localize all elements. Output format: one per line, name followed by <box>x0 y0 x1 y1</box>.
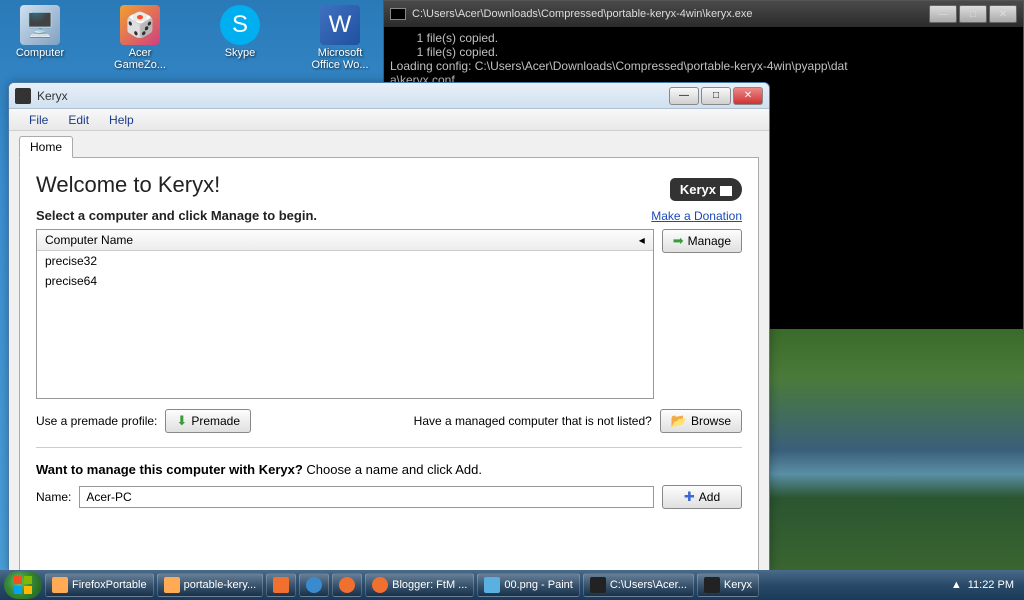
wallpaper-scenery <box>770 330 1024 570</box>
taskbar-item-cmd[interactable]: C:\Users\Acer... <box>583 573 694 597</box>
desktop-icon-computer[interactable]: 🖥️ Computer <box>5 5 75 71</box>
list-header-label: Computer Name <box>45 233 133 247</box>
tabstrip: Home <box>9 131 769 157</box>
make-donation-link[interactable]: Make a Donation <box>651 209 742 223</box>
paint-icon <box>484 577 500 593</box>
start-button[interactable] <box>4 571 42 599</box>
premade-button[interactable]: ⬇ Premade <box>165 409 251 433</box>
firefox-icon <box>339 577 355 593</box>
minimize-button[interactable]: — <box>669 87 699 105</box>
windows-logo-icon <box>13 575 33 595</box>
add-button-label: Add <box>699 490 720 504</box>
desktop-icon-label: Skype <box>225 47 256 59</box>
minimize-button[interactable]: — <box>929 5 957 23</box>
maximize-button[interactable]: □ <box>701 87 731 105</box>
list-item[interactable]: precise64 <box>37 271 653 291</box>
taskbar-item-blogger[interactable]: Blogger: FtM ... <box>365 573 474 597</box>
desktop-icon-label: Computer <box>16 47 64 59</box>
keryx-title-text: Keryx <box>37 89 68 103</box>
ie-icon <box>306 577 322 593</box>
manage-button[interactable]: ➡ Manage <box>662 229 742 253</box>
desktop-icon-label: Microsoft Office Wo... <box>305 47 375 71</box>
browse-button-label: Browse <box>691 414 731 428</box>
taskbar-item-portable-keryx[interactable]: portable-kery... <box>157 573 264 597</box>
menu-help[interactable]: Help <box>99 111 144 129</box>
taskbar-item-ie[interactable] <box>299 573 329 597</box>
menu-edit[interactable]: Edit <box>58 111 99 129</box>
premade-profile-label: Use a premade profile: <box>36 414 157 428</box>
close-button[interactable]: ✕ <box>733 87 763 105</box>
folder-icon: 📂 <box>671 413 687 429</box>
manage-button-label: Manage <box>688 234 731 248</box>
desktop-icon-label: Acer GameZo... <box>105 47 175 71</box>
maximize-button[interactable]: □ <box>959 5 987 23</box>
keryx-logo-badge: Keryx <box>670 178 742 201</box>
tab-panel-home: Welcome to Keryx! Keryx Select a compute… <box>19 157 759 577</box>
add-computer-heading: Want to manage this computer with Keryx?… <box>36 462 742 477</box>
list-item[interactable]: precise32 <box>37 251 653 271</box>
taskbar: FirefoxPortable portable-kery... Blogger… <box>0 570 1024 600</box>
list-header[interactable]: Computer Name ◂ <box>37 230 653 251</box>
cmd-icon <box>590 577 606 593</box>
arrow-down-icon: ⬇ <box>176 413 187 429</box>
gamezone-icon: 🎲 <box>120 5 160 45</box>
welcome-heading: Welcome to Keryx! <box>36 172 742 198</box>
add-button[interactable]: ✚ Add <box>662 485 742 509</box>
firefox-icon <box>372 577 388 593</box>
arrow-right-icon: ➡ <box>673 233 684 249</box>
taskbar-item-firefox[interactable] <box>332 573 362 597</box>
keryx-titlebar[interactable]: Keryx — □ ✕ <box>9 83 769 109</box>
close-button[interactable]: ✕ <box>989 5 1017 23</box>
desktop-icon-acer-gamezone[interactable]: 🎲 Acer GameZo... <box>105 5 175 71</box>
cmd-title-text: C:\Users\Acer\Downloads\Compressed\porta… <box>412 8 753 20</box>
keryx-window[interactable]: Keryx — □ ✕ File Edit Help Home Welcome … <box>8 82 770 572</box>
taskbar-item-paint[interactable]: 00.png - Paint <box>477 573 580 597</box>
computer-icon: 🖥️ <box>20 5 60 45</box>
folder-icon <box>52 577 68 593</box>
clock[interactable]: 11:22 PM <box>968 579 1014 591</box>
folder-icon <box>164 577 180 593</box>
menubar: File Edit Help <box>9 109 769 131</box>
plus-icon: ✚ <box>684 489 695 505</box>
desktop-icon-word[interactable]: W Microsoft Office Wo... <box>305 5 375 71</box>
menu-file[interactable]: File <box>19 111 58 129</box>
taskbar-item-wmp[interactable] <box>266 573 296 597</box>
media-player-icon <box>273 577 289 593</box>
select-computer-label: Select a computer and click Manage to be… <box>36 208 317 223</box>
desktop-icon-skype[interactable]: S Skype <box>205 5 275 71</box>
cmd-titlebar[interactable]: C:\Users\Acer\Downloads\Compressed\porta… <box>384 1 1023 27</box>
premade-button-label: Premade <box>191 414 240 428</box>
taskbar-item-keryx[interactable]: Keryx <box>697 573 759 597</box>
browse-label: Have a managed computer that is not list… <box>414 414 652 428</box>
name-field-label: Name: <box>36 490 71 504</box>
tray-expand-icon[interactable]: ▲ <box>951 579 962 591</box>
cmd-icon <box>390 8 406 20</box>
keryx-app-icon <box>15 88 31 104</box>
skype-icon: S <box>220 5 260 45</box>
keryx-icon <box>704 577 720 593</box>
word-icon: W <box>320 5 360 45</box>
divider <box>36 447 742 448</box>
browse-button[interactable]: 📂 Browse <box>660 409 742 433</box>
tab-home[interactable]: Home <box>19 136 73 158</box>
computer-list[interactable]: Computer Name ◂ precise32 precise64 <box>36 229 654 399</box>
system-tray: ▲ 11:22 PM <box>951 579 1020 591</box>
sort-indicator-icon: ◂ <box>639 233 645 247</box>
taskbar-item-firefoxportable[interactable]: FirefoxPortable <box>45 573 154 597</box>
name-input[interactable] <box>79 486 654 508</box>
